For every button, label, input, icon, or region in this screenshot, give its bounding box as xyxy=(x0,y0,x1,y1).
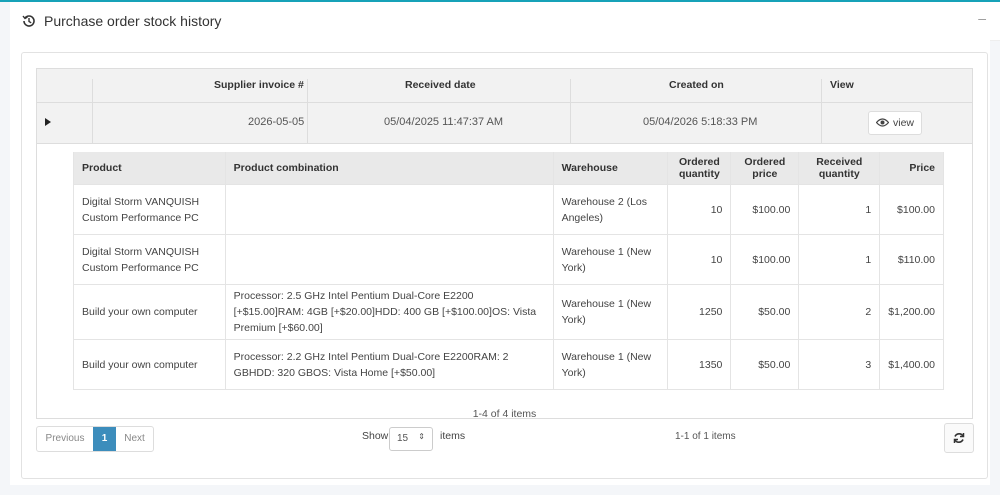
card-body: Supplier invoice # Received date Created… xyxy=(10,40,990,485)
cell-ordered-price: $50.00 xyxy=(730,284,800,340)
cell-ordered-quantity: 10 xyxy=(667,234,732,285)
cell-price: $100.00 xyxy=(879,184,944,235)
eye-icon xyxy=(876,118,889,127)
view-button-label: view xyxy=(893,117,915,129)
stock-history-grid: Supplier invoice # Received date Created… xyxy=(36,68,973,420)
cell-ordered-price: $100.00 xyxy=(730,234,800,285)
page-info: 1-1 of 1 items xyxy=(675,431,736,442)
cell-ordered-price: $50.00 xyxy=(730,339,800,390)
cell-warehouse: Warehouse 2 (Los Angeles) xyxy=(552,184,669,235)
master-row[interactable]: 2026-05-05 05/04/2025 11:47:37 AM 05/04/… xyxy=(37,103,972,144)
cell-combination: Processor: 2.5 GHz Intel Pentium Dual-Co… xyxy=(224,284,554,340)
cell-received-quantity: 2 xyxy=(798,284,881,340)
cell-price: $110.00 xyxy=(879,234,944,285)
cell-ordered-quantity: 1350 xyxy=(667,339,732,390)
grid-header: Supplier invoice # Received date Created… xyxy=(37,69,972,112)
table-row: Build your own computer Processor: 2.5 G… xyxy=(73,284,944,340)
items-label: items xyxy=(440,430,466,442)
table-row: Build your own computer Processor: 2.2 G… xyxy=(73,339,944,390)
detail-table: Product Product combination Warehouse Or… xyxy=(73,152,944,390)
cell-received-quantity: 3 xyxy=(798,339,881,390)
select-arrows-icon: ⇕ xyxy=(418,432,425,441)
next-page-button[interactable]: Next xyxy=(116,427,153,451)
cell-combination xyxy=(224,234,554,285)
page-size-value: 15 xyxy=(397,433,409,444)
previous-page-button[interactable]: Previous xyxy=(37,427,93,451)
table-row: Digital Storm VANQUISH Custom Performanc… xyxy=(73,184,944,235)
cell-warehouse: Warehouse 1 (New York) xyxy=(552,234,669,285)
page-title: Purchase order stock history xyxy=(44,13,222,29)
grid-panel: Supplier invoice # Received date Created… xyxy=(21,52,988,479)
cell-product: Build your own computer xyxy=(73,339,226,390)
col-supplier-invoice[interactable]: Supplier invoice # xyxy=(214,79,304,91)
cell-product: Build your own computer xyxy=(73,284,226,340)
supplier-invoice-value: 2026-05-05 xyxy=(248,116,305,128)
card-header: Purchase order stock history – xyxy=(10,2,1000,41)
collapse-button[interactable]: – xyxy=(978,10,986,26)
cell-ordered-quantity: 10 xyxy=(667,184,732,235)
page-size-select[interactable]: 15 ⇕ xyxy=(389,427,433,451)
history-icon xyxy=(22,14,36,28)
col-received-date[interactable]: Received date xyxy=(405,79,476,91)
received-date-value: 05/04/2025 11:47:37 AM xyxy=(384,116,504,128)
col-view: View xyxy=(830,79,854,91)
col-ordered-price: Ordered price xyxy=(730,152,800,185)
cell-product: Digital Storm VANQUISH Custom Performanc… xyxy=(73,184,226,235)
col-product: Product xyxy=(73,152,226,185)
expand-triangle-icon[interactable] xyxy=(45,118,51,126)
refresh-icon xyxy=(953,433,965,443)
detail-items-count: 1-4 of 4 items xyxy=(472,408,537,420)
cell-price: $1,200.00 xyxy=(879,284,944,340)
refresh-button[interactable] xyxy=(944,423,974,453)
table-row: Digital Storm VANQUISH Custom Performanc… xyxy=(73,234,944,285)
col-product-combination: Product combination xyxy=(224,152,554,185)
cell-warehouse: Warehouse 1 (New York) xyxy=(552,339,669,390)
cell-ordered-price: $100.00 xyxy=(730,184,800,235)
col-ordered-quantity: Ordered quantity xyxy=(667,152,732,185)
cell-received-quantity: 1 xyxy=(798,234,881,285)
cell-product: Digital Storm VANQUISH Custom Performanc… xyxy=(73,234,226,285)
cell-warehouse: Warehouse 1 (New York) xyxy=(552,284,669,340)
cell-ordered-quantity: 1250 xyxy=(667,284,732,340)
created-on-value: 05/04/2026 5:18:33 PM xyxy=(643,116,758,128)
cell-received-quantity: 1 xyxy=(798,184,881,235)
col-price: Price xyxy=(879,152,944,185)
cell-combination: Processor: 2.2 GHz Intel Pentium Dual-Co… xyxy=(224,339,554,390)
view-button[interactable]: view xyxy=(868,111,922,135)
cell-price: $1,400.00 xyxy=(879,339,944,390)
pagination: Previous 1 Next xyxy=(36,426,154,452)
col-warehouse: Warehouse xyxy=(552,152,669,185)
show-label: Show xyxy=(362,430,389,442)
cell-combination xyxy=(224,184,554,235)
col-received-quantity: Received quantity xyxy=(798,152,881,185)
col-created-on[interactable]: Created on xyxy=(669,79,724,91)
page-1-button[interactable]: 1 xyxy=(93,427,116,451)
